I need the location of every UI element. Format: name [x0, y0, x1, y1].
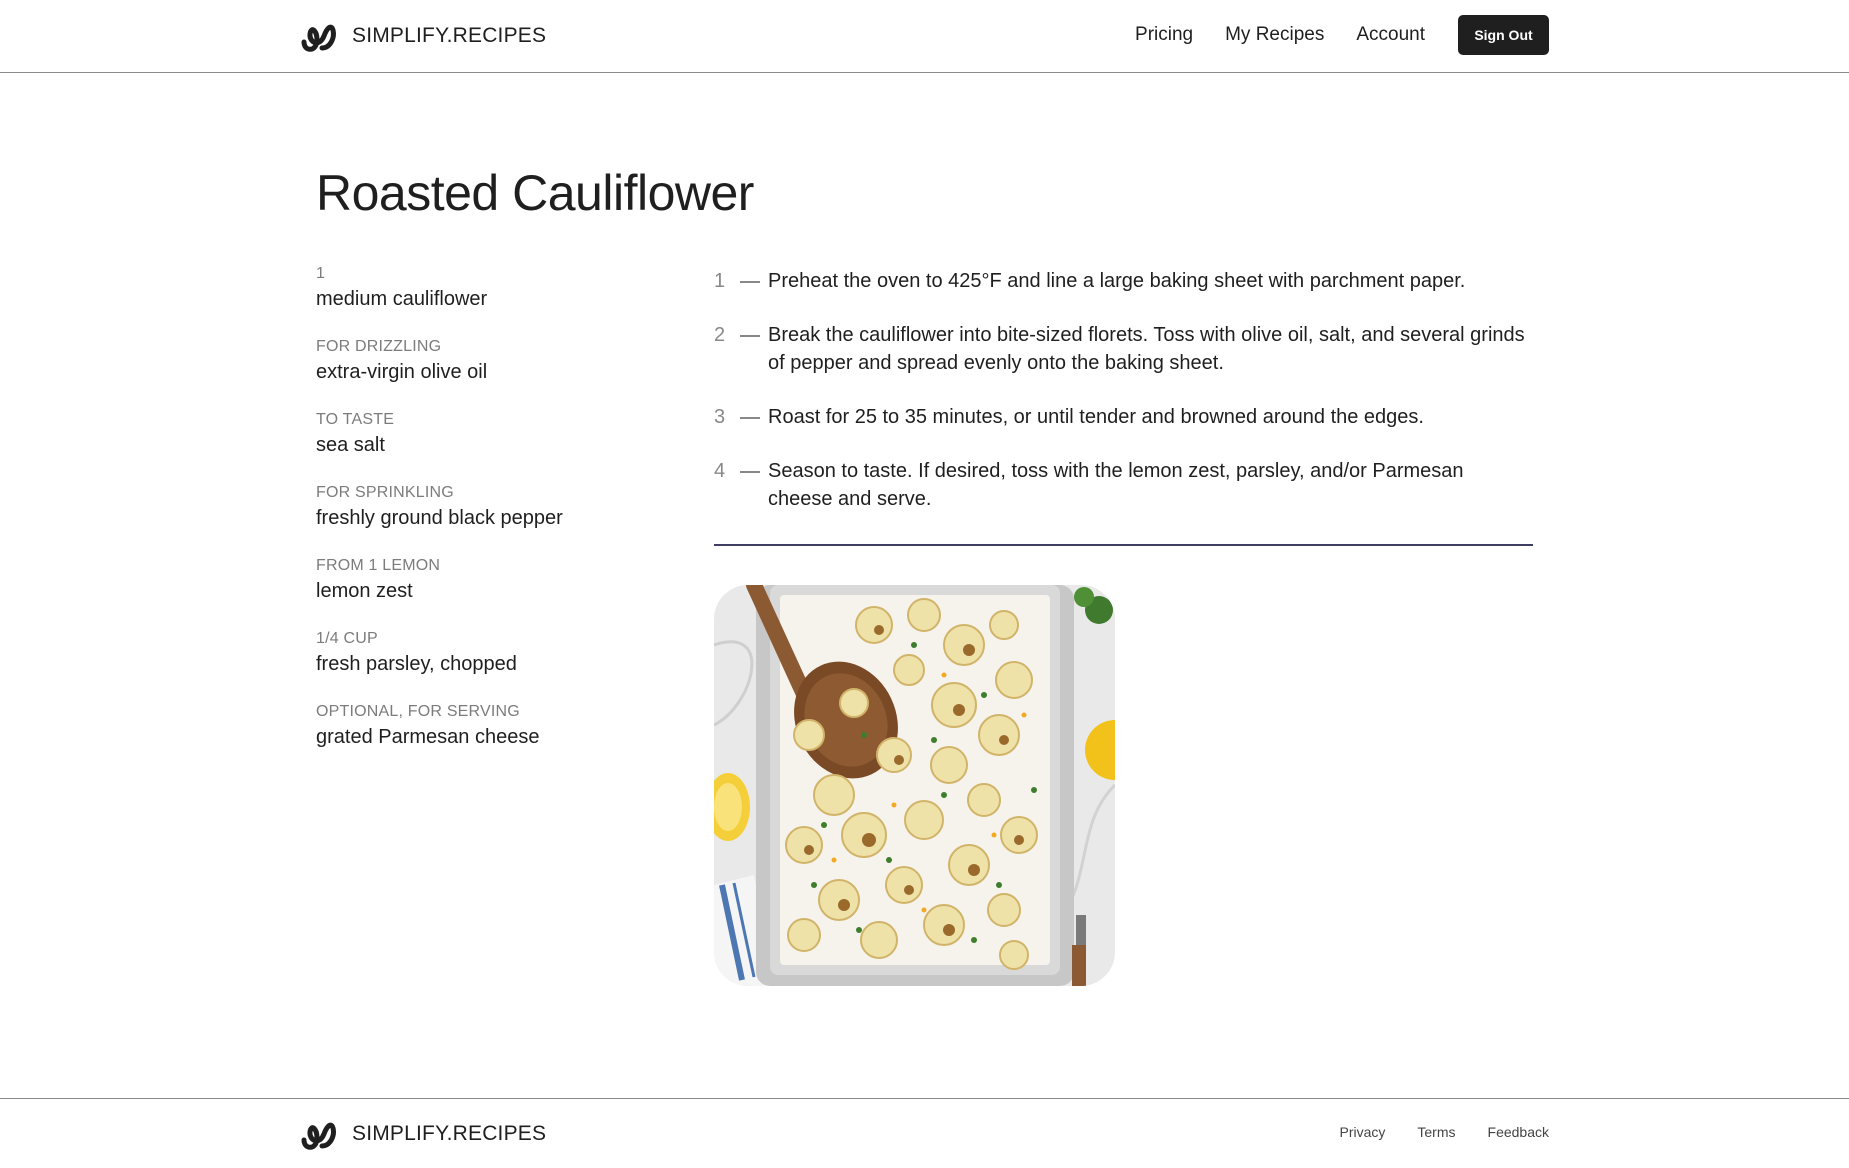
footer-link-feedback[interactable]: Feedback: [1488, 1124, 1549, 1140]
step-text: Break the cauliflower into bite-sized fl…: [768, 324, 1525, 374]
ingredient-item: 1 medium cauliflower: [316, 264, 646, 337]
recipe-photo: [714, 585, 1115, 986]
ingredient-name: extra-virgin olive oil: [316, 361, 488, 383]
step-number: 1: [714, 270, 726, 292]
step-text: Preheat the oven to 425°F and line a lar…: [768, 270, 1466, 292]
ingredient-item: OPTIONAL, FOR SERVING grated Parmesan ch…: [316, 702, 646, 775]
ingredient-item: FOR DRIZZLING extra-virgin olive oil: [316, 337, 646, 410]
ingredient-quantity: FOR DRIZZLING: [316, 338, 442, 355]
ingredient-item: FROM 1 LEMON lemon zest: [316, 556, 646, 629]
section-divider: [714, 544, 1533, 546]
footer-link-privacy[interactable]: Privacy: [1339, 1124, 1385, 1140]
squiggle-logo-icon: [301, 1122, 336, 1150]
main-nav: Pricing My Recipes Account Sign Out: [1135, 15, 1549, 55]
ingredient-name: medium cauliflower: [316, 288, 488, 310]
ingredient-quantity: 1/4 CUP: [316, 630, 378, 647]
instruction-step: 2 Break the cauliflower into bite-sized …: [714, 321, 1534, 377]
instruction-step: 3 Roast for 25 to 35 minutes, or until t…: [714, 403, 1534, 431]
ingredient-quantity: FOR SPRINKLING: [316, 484, 454, 501]
ingredient-item: TO TASTE sea salt: [316, 410, 646, 483]
step-number: 3: [714, 406, 726, 428]
ingredient-item: FOR SPRINKLING freshly ground black pepp…: [316, 483, 646, 556]
step-dash: [740, 403, 768, 431]
ingredient-quantity: FROM 1 LEMON: [316, 557, 441, 574]
ingredient-quantity: OPTIONAL, FOR SERVING: [316, 703, 520, 720]
step-number: 4: [714, 460, 726, 482]
roasted-cauliflower-photo: [714, 585, 1115, 986]
nav-pricing[interactable]: Pricing: [1135, 24, 1193, 46]
sign-out-button[interactable]: Sign Out: [1458, 15, 1549, 55]
nav-account[interactable]: Account: [1356, 24, 1425, 46]
step-number: 2: [714, 324, 726, 346]
ingredient-item: 1/4 CUP fresh parsley, chopped: [316, 629, 646, 702]
footer-brand-link[interactable]: SIMPLIFY.RECIPES: [300, 1116, 546, 1152]
brand-link[interactable]: SIMPLIFY.RECIPES: [300, 18, 546, 54]
instruction-step: 4 Season to taste. If desired, toss with…: [714, 457, 1534, 513]
brand-name: SIMPLIFY.RECIPES: [352, 24, 547, 47]
site-footer: SIMPLIFY.RECIPES Privacy Terms Feedback: [0, 1098, 1849, 1168]
step-text: Season to taste. If desired, toss with t…: [768, 460, 1464, 510]
ingredient-name: sea salt: [316, 434, 385, 456]
step-text: Roast for 25 to 35 minutes, or until ten…: [768, 406, 1424, 428]
nav-my-recipes[interactable]: My Recipes: [1225, 24, 1324, 46]
footer-brand-name: SIMPLIFY.RECIPES: [352, 1122, 547, 1145]
ingredient-quantity: TO TASTE: [316, 411, 395, 428]
step-dash: [740, 267, 768, 295]
step-dash: [740, 321, 768, 349]
ingredient-name: fresh parsley, chopped: [316, 653, 517, 675]
step-dash: [740, 457, 768, 485]
footer-nav: Privacy Terms Feedback: [1339, 1124, 1549, 1140]
ingredient-quantity: 1: [316, 265, 326, 282]
instruction-step: 1 Preheat the oven to 425°F and line a l…: [714, 267, 1534, 295]
ingredient-name: freshly ground black pepper: [316, 507, 563, 529]
squiggle-logo-icon: [301, 24, 336, 52]
ingredients-list: 1 medium cauliflower FOR DRIZZLING extra…: [316, 264, 646, 775]
instructions-list: 1 Preheat the oven to 425°F and line a l…: [714, 267, 1534, 539]
site-header: SIMPLIFY.RECIPES Pricing My Recipes Acco…: [0, 0, 1849, 73]
recipe-title: Roasted Cauliflower: [316, 165, 754, 221]
ingredient-name: grated Parmesan cheese: [316, 726, 540, 748]
ingredient-name: lemon zest: [316, 580, 413, 602]
footer-link-terms[interactable]: Terms: [1417, 1124, 1455, 1140]
